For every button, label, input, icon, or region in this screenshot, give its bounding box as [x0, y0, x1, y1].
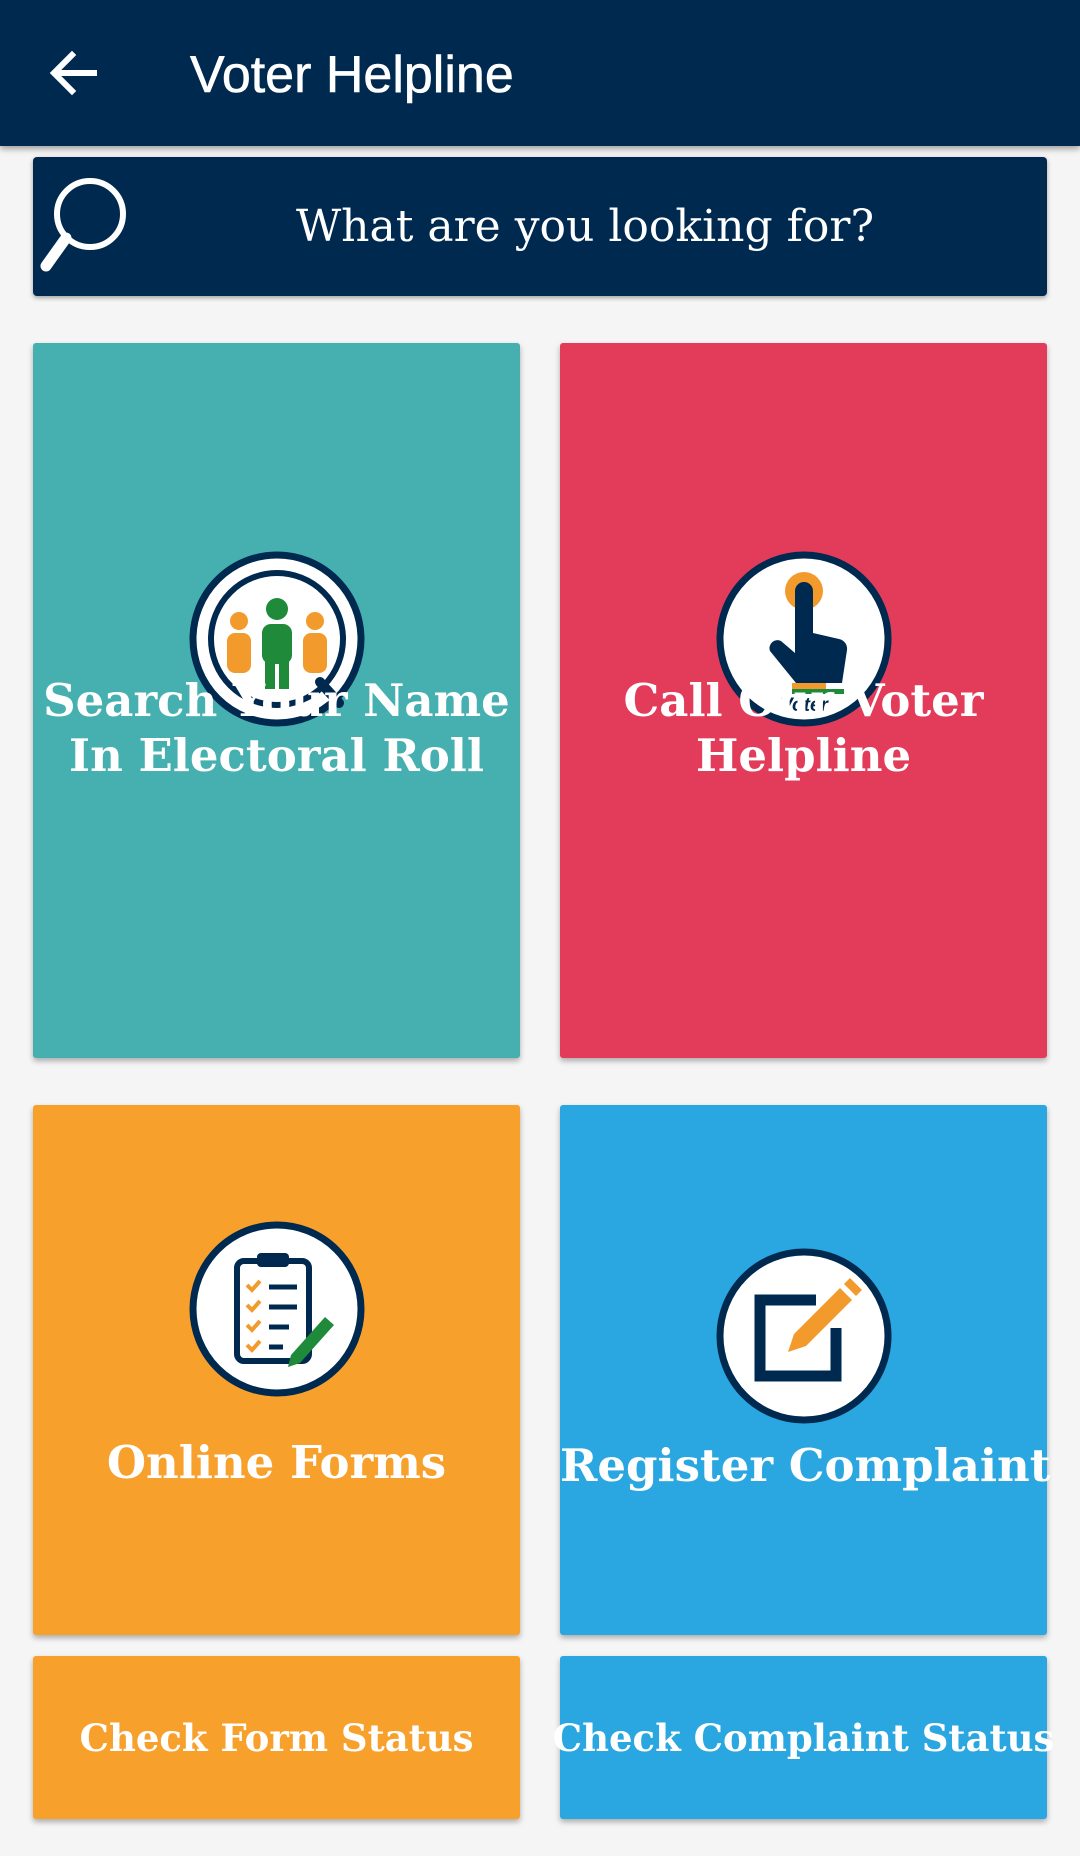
- tile-label-line-1: Online Forms: [106, 1436, 447, 1489]
- check-form-status-button[interactable]: Check Form Status: [33, 1656, 520, 1819]
- call-helpline-tile[interactable]: Voter Call Our Voter Helpline: [560, 343, 1047, 1058]
- edit-box-icon: [716, 1248, 892, 1424]
- search-input[interactable]: What are you looking for?: [150, 157, 1020, 296]
- check-complaint-status-button[interactable]: Check Complaint Status: [552, 1656, 1055, 1819]
- app-title: Voter Helpline: [190, 46, 514, 105]
- arrow-left-icon: [49, 50, 97, 96]
- search-icon: [40, 178, 126, 272]
- tile-label-line-1: Call Our Voter: [623, 674, 984, 727]
- clipboard-pencil-icon: [189, 1221, 365, 1397]
- tile-label-line-2: In Electoral Roll: [69, 729, 484, 782]
- tile-label-line-1: Register Complaint: [560, 1439, 1051, 1492]
- back-button[interactable]: [28, 28, 118, 118]
- app-bar: Voter Helpline: [0, 0, 1080, 146]
- check-complaint-status-label: Check Complaint Status: [552, 1715, 1055, 1760]
- search-name-tile[interactable]: Search Your Name In Electoral Roll: [33, 343, 520, 1058]
- tile-label-line-1: Search Your Name: [43, 674, 510, 727]
- register-complaint-tile[interactable]: Register Complaint: [560, 1105, 1051, 1635]
- check-form-status-label: Check Form Status: [79, 1715, 474, 1760]
- online-forms-tile[interactable]: Online Forms: [33, 1105, 520, 1635]
- tile-label-line-2: Helpline: [695, 729, 912, 782]
